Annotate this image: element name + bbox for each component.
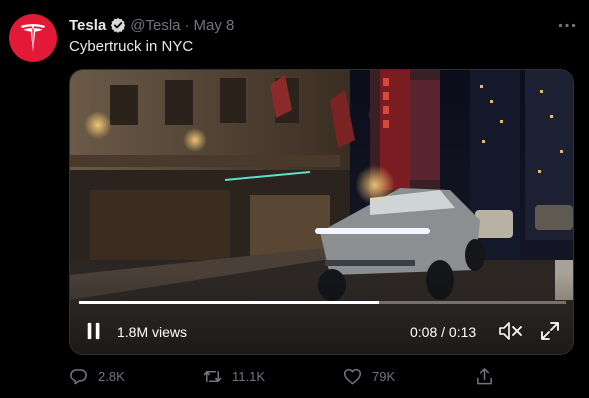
pause-button[interactable] xyxy=(84,321,104,341)
author-name[interactable]: Tesla xyxy=(69,17,106,34)
like-count: 79K xyxy=(372,368,396,384)
separator-dot: · xyxy=(184,16,190,34)
video-time: 0:08 / 0:13 xyxy=(410,324,477,340)
video-progress-bar[interactable] xyxy=(79,301,566,304)
tweet-header: Tesla @Tesla · May 8 xyxy=(69,16,234,34)
video-player[interactable]: 1.8M views 0:08 / 0:13 xyxy=(69,69,574,355)
controls-overlay xyxy=(70,274,573,354)
reply-count: 2.8K xyxy=(98,368,125,384)
pause-icon xyxy=(87,322,100,340)
reply-button[interactable]: 2.8K xyxy=(69,366,125,386)
reply-icon xyxy=(70,368,87,384)
view-count: 1.8M views xyxy=(117,324,188,340)
verified-badge-icon xyxy=(110,17,126,33)
retweet-button[interactable]: 11.1K xyxy=(203,366,265,386)
tweet-actions: 2.8K 11.1K 79K xyxy=(69,366,499,386)
like-button[interactable]: 79K xyxy=(343,366,395,386)
tesla-logo-icon xyxy=(21,24,45,52)
more-options-icon[interactable] xyxy=(556,16,578,34)
mute-button[interactable] xyxy=(498,321,524,341)
tesla-avatar[interactable] xyxy=(9,14,57,62)
heart-icon xyxy=(343,368,362,384)
retweet-count: 11.1K xyxy=(232,368,266,384)
tweet[interactable]: Tesla @Tesla · May 8 Cybertruck in NYC 1… xyxy=(0,0,589,398)
video-progress-fill xyxy=(79,301,379,304)
share-button[interactable] xyxy=(475,366,494,386)
fullscreen-icon xyxy=(541,322,559,340)
tweet-date[interactable]: May 8 xyxy=(194,17,235,34)
tweet-text: Cybertruck in NYC xyxy=(69,38,194,55)
share-icon xyxy=(477,367,492,384)
retweet-icon xyxy=(203,370,222,382)
speaker-muted-icon xyxy=(499,322,522,340)
fullscreen-button[interactable] xyxy=(540,321,560,341)
author-handle[interactable]: @Tesla xyxy=(130,17,180,34)
